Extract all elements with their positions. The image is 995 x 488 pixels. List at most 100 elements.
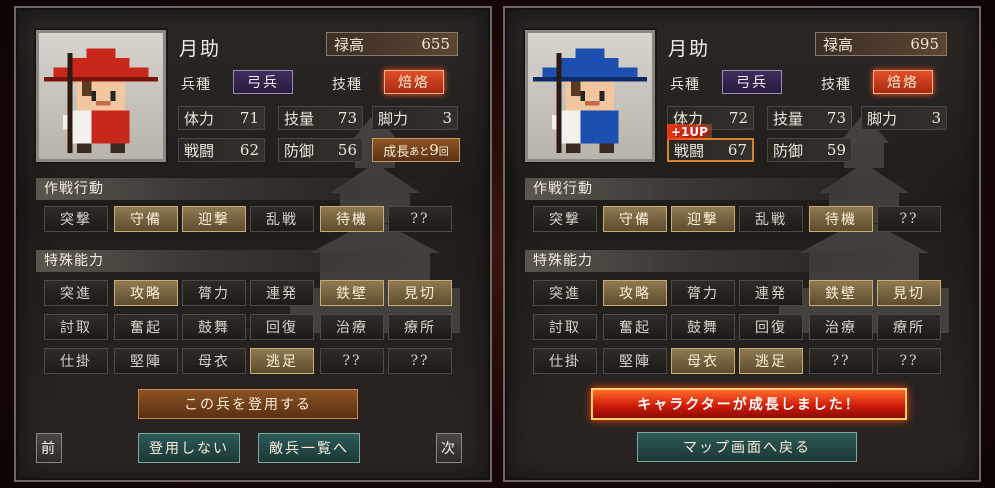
ability-button[interactable]: 鉄壁 <box>320 280 384 306</box>
ability-button[interactable]: ?? <box>877 348 941 374</box>
stat-def-label: 防御 <box>773 141 804 160</box>
ability-button[interactable]: 攻略 <box>603 280 667 306</box>
stat-tech: 技量 73 <box>278 106 363 130</box>
ability-button[interactable]: ?? <box>809 348 873 374</box>
soldier-portrait <box>36 30 166 162</box>
stat-def: 防御 59 <box>767 138 852 162</box>
ability-button[interactable]: 鼓舞 <box>671 314 735 340</box>
tactic-button[interactable]: 守備 <box>603 206 667 232</box>
tactic-button[interactable]: 乱戦 <box>739 206 803 232</box>
recruit-button[interactable]: この兵を登用する <box>138 389 358 419</box>
growth-small-prefix: あと <box>409 146 430 158</box>
stat-hp: 体力 71 <box>178 106 265 130</box>
stat-tech-label: 技量 <box>773 109 804 128</box>
ability-button[interactable]: 堅陣 <box>603 348 667 374</box>
ability-button[interactable]: 鼓舞 <box>182 314 246 340</box>
abilities-section-title: 特殊能力 <box>525 250 935 272</box>
ability-button[interactable]: 見切 <box>388 280 452 306</box>
decline-button[interactable]: 登用しない <box>138 433 240 463</box>
enemy-list-button[interactable]: 敵兵一覧へ <box>258 433 360 463</box>
tactic-button[interactable]: 守備 <box>114 206 178 232</box>
tactic-button[interactable]: 迎撃 <box>671 206 735 232</box>
tactic-button[interactable]: ?? <box>388 206 452 232</box>
ability-button[interactable]: 突進 <box>533 280 597 306</box>
ability-button[interactable]: 回復 <box>739 314 803 340</box>
ability-button[interactable]: 治療 <box>809 314 873 340</box>
soldier-name: 月助 <box>179 38 222 60</box>
soldier-name: 月助 <box>668 38 711 60</box>
skill-type-tag: 焙烙 <box>384 70 444 94</box>
stipend-box: 禄高 695 <box>815 32 947 56</box>
ability-button[interactable]: 療所 <box>388 314 452 340</box>
ability-button[interactable]: 突進 <box>44 280 108 306</box>
unit-type-tag: 弓兵 <box>233 70 293 94</box>
ability-button[interactable]: 療所 <box>877 314 941 340</box>
ability-button[interactable]: ?? <box>388 348 452 374</box>
tactic-button[interactable]: 待機 <box>809 206 873 232</box>
stat-atk-value: 67 <box>727 141 747 159</box>
growth-banner: キャラクターが成長しました！ <box>591 388 907 420</box>
growth-count: 9 <box>429 141 439 159</box>
skill-type-tag: 焙烙 <box>873 70 933 94</box>
soldier-panel-left: 月助 禄高 655 兵種 弓兵 技種 焙烙 体力 71 技量 73 脚力 3 戦… <box>14 6 492 482</box>
tactic-button[interactable]: ?? <box>877 206 941 232</box>
unit-type-tag: 弓兵 <box>722 70 782 94</box>
stat-atk-label: 戦闘 <box>674 141 705 160</box>
tactics-section-title: 作戦行動 <box>525 178 935 200</box>
stat-leg: 脚力 3 <box>372 106 458 130</box>
ability-button[interactable]: 仕掛 <box>533 348 597 374</box>
ability-button[interactable]: 討取 <box>533 314 597 340</box>
return-to-map-button[interactable]: マップ画面へ戻る <box>637 432 857 462</box>
ability-button[interactable]: 膂力 <box>671 280 735 306</box>
ability-button[interactable]: 逃足 <box>739 348 803 374</box>
stipend-value: 655 <box>421 35 450 53</box>
ability-button[interactable]: 討取 <box>44 314 108 340</box>
ability-button[interactable]: 堅陣 <box>114 348 178 374</box>
tactic-button[interactable]: 突撃 <box>533 206 597 232</box>
unit-label: 兵種 <box>181 77 211 93</box>
ability-button[interactable]: 母衣 <box>671 348 735 374</box>
skill-label: 技種 <box>332 77 362 93</box>
level-up-badge: +1UP <box>667 124 712 140</box>
stat-atk: 戦闘 67 <box>667 138 754 162</box>
tactic-button[interactable]: 乱戦 <box>250 206 314 232</box>
next-button[interactable]: 次 <box>436 433 462 463</box>
stat-hp-value: 71 <box>239 109 259 127</box>
stat-leg-value: 3 <box>931 109 941 127</box>
ability-button[interactable]: 逃足 <box>250 348 314 374</box>
tactic-button[interactable]: 迎撃 <box>182 206 246 232</box>
ability-button[interactable]: 連発 <box>250 280 314 306</box>
stat-def: 防御 56 <box>278 138 363 162</box>
stat-leg: 脚力 3 <box>861 106 947 130</box>
abilities-section-title: 特殊能力 <box>36 250 446 272</box>
stat-atk: 戦闘 62 <box>178 138 265 162</box>
ability-button[interactable]: 母衣 <box>182 348 246 374</box>
stat-leg-value: 3 <box>442 109 452 127</box>
ability-button[interactable]: 奮起 <box>114 314 178 340</box>
stat-def-value: 56 <box>337 141 357 159</box>
ability-button[interactable]: 治療 <box>320 314 384 340</box>
tactic-button[interactable]: 待機 <box>320 206 384 232</box>
ability-button[interactable]: 奮起 <box>603 314 667 340</box>
stat-leg-label: 脚力 <box>867 109 898 128</box>
ability-button[interactable]: 鉄壁 <box>809 280 873 306</box>
growth-small-suffix: 回 <box>438 146 449 158</box>
ability-button[interactable]: 回復 <box>250 314 314 340</box>
ability-button[interactable]: 膂力 <box>182 280 246 306</box>
soldier-panel-right: 月助 禄高 695 兵種 弓兵 技種 焙烙 体力 72 技量 73 脚力 3 戦… <box>503 6 981 482</box>
stat-def-value: 59 <box>826 141 846 159</box>
prev-button[interactable]: 前 <box>36 433 62 463</box>
ability-button[interactable]: ?? <box>320 348 384 374</box>
ability-button[interactable]: 連発 <box>739 280 803 306</box>
ability-button[interactable]: 攻略 <box>114 280 178 306</box>
stat-def-label: 防御 <box>284 141 315 160</box>
skill-label: 技種 <box>821 77 851 93</box>
ability-button[interactable]: 仕掛 <box>44 348 108 374</box>
ability-button[interactable]: 見切 <box>877 280 941 306</box>
stipend-value: 695 <box>910 35 939 53</box>
stat-leg-label: 脚力 <box>378 109 409 128</box>
tactic-button[interactable]: 突撃 <box>44 206 108 232</box>
stat-atk-label: 戦闘 <box>184 141 215 160</box>
stat-tech: 技量 73 <box>767 106 852 130</box>
growth-counter: 成長 あと 9 回 <box>372 138 460 162</box>
